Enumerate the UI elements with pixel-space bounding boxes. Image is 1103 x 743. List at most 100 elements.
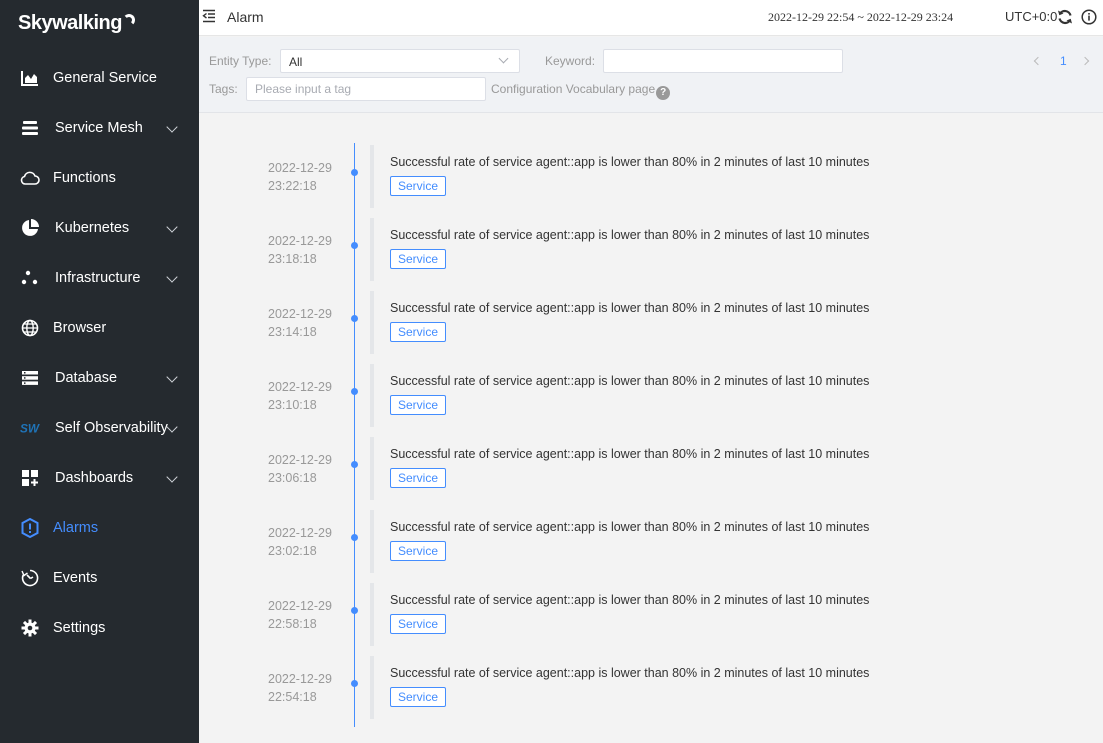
alarm-message[interactable]: Successful rate of service agent::app is… <box>390 593 869 607</box>
alarm-message[interactable]: Successful rate of service agent::app is… <box>390 155 869 169</box>
alarm-date: 2022-12-29 <box>268 234 332 248</box>
sidebar-item-label: Functions <box>53 170 116 186</box>
alarm-entry: 2022-12-29 23:22:18 Successful rate of se… <box>199 145 1103 218</box>
timeline-dot <box>351 242 358 249</box>
entry-divider <box>370 656 374 719</box>
chevron-down-icon <box>166 471 178 483</box>
sidebar-item-events[interactable]: Events <box>0 553 199 603</box>
alarm-date: 2022-12-29 <box>268 672 332 686</box>
vocabulary-link-text: Configuration Vocabulary page <box>491 82 656 96</box>
alarm-time: 23:10:18 <box>268 398 317 412</box>
sidebar-item-functions[interactable]: Functions <box>0 153 199 203</box>
time-range-picker[interactable]: 2022-12-29 22:54 ~ 2022-12-29 23:24 <box>768 10 953 25</box>
sidebar-item-kubernetes[interactable]: Kubernetes <box>0 203 199 253</box>
alarm-message[interactable]: Successful rate of service agent::app is… <box>390 520 869 534</box>
sidebar-item-dashboards[interactable]: Dashboards <box>0 453 199 503</box>
page-title: Alarm <box>227 9 264 25</box>
alarm-entry: 2022-12-29 23:06:18 Successful rate of se… <box>199 437 1103 510</box>
alarm-date: 2022-12-29 <box>268 380 332 394</box>
sidebar-item-label: Settings <box>53 620 106 636</box>
entry-divider <box>370 364 374 427</box>
timeline-dot <box>351 680 358 687</box>
sidebar: Skywalking General Service Service Mesh … <box>0 0 199 743</box>
configuration-vocabulary-link[interactable]: Configuration Vocabulary page? <box>491 82 671 100</box>
alarm-time: 23:06:18 <box>268 471 317 485</box>
chevron-down-icon <box>166 421 178 433</box>
chevron-down-icon <box>166 221 178 233</box>
alarm-timestamp: 2022-12-29 23:22:18 <box>268 159 332 195</box>
pagination-current-page[interactable]: 1 <box>1060 54 1067 68</box>
entry-divider <box>370 583 374 646</box>
sidebar-item-alarms[interactable]: Alarms <box>0 503 199 553</box>
alarm-time: 23:02:18 <box>268 544 317 558</box>
entity-type-label: Entity Type: <box>209 54 272 68</box>
keyword-input[interactable] <box>603 49 843 73</box>
svg-text:SW: SW <box>20 422 40 435</box>
sidebar-item-label: Events <box>53 570 98 586</box>
logo-arc-icon <box>122 14 135 26</box>
alarm-entry: 2022-12-29 23:02:18 Successful rate of se… <box>199 510 1103 583</box>
scope-tag: Service <box>390 541 447 561</box>
tags-input[interactable]: Please input a tag <box>246 77 486 101</box>
nodes-icon <box>20 268 40 288</box>
pagination-prev-icon[interactable] <box>1033 56 1043 66</box>
sidebar-item-label: Dashboards <box>55 470 134 486</box>
tags-placeholder: Please input a tag <box>255 82 352 96</box>
alarm-date: 2022-12-29 <box>268 599 332 613</box>
chart-icon <box>20 68 40 88</box>
alarm-timestamp: 2022-12-29 23:02:18 <box>268 524 332 560</box>
gear-icon <box>20 618 40 638</box>
alarm-message[interactable]: Successful rate of service agent::app is… <box>390 447 869 461</box>
entry-divider <box>370 437 374 500</box>
sidebar-item-label: Database <box>55 370 118 386</box>
reload-icon[interactable] <box>1057 9 1073 25</box>
sidebar-item-label: Infrastructure <box>55 270 141 286</box>
help-icon[interactable]: ? <box>656 86 671 100</box>
chevron-down-icon <box>166 371 178 383</box>
alarm-message[interactable]: Successful rate of service agent::app is… <box>390 666 869 680</box>
alarm-time: 22:58:18 <box>268 617 317 631</box>
pagination-next-icon[interactable] <box>1080 56 1090 66</box>
sidebar-item-infrastructure[interactable]: Infrastructure <box>0 253 199 303</box>
alarm-timestamp: 2022-12-29 23:10:18 <box>268 378 332 414</box>
alarm-entry: 2022-12-29 23:14:18 Successful rate of se… <box>199 291 1103 364</box>
entity-type-select[interactable]: All <box>280 49 520 73</box>
sidebar-item-browser[interactable]: Browser <box>0 303 199 353</box>
alarm-date: 2022-12-29 <box>268 526 332 540</box>
timeline-dot <box>351 315 358 322</box>
alarm-time: 23:14:18 <box>268 325 317 339</box>
entry-divider <box>370 291 374 354</box>
alarm-date: 2022-12-29 <box>268 453 332 467</box>
alarm-timestamp: 2022-12-29 23:18:18 <box>268 232 332 268</box>
sidebar-item-self-observability[interactable]: SW Self Observability <box>0 403 199 453</box>
alarm-entry: 2022-12-29 22:58:18 Successful rate of se… <box>199 583 1103 656</box>
alarm-timestamp: 2022-12-29 22:54:18 <box>268 670 332 706</box>
timeline-dot <box>351 461 358 468</box>
timeline-dot <box>351 607 358 614</box>
events-icon <box>20 568 40 588</box>
chevron-down-icon <box>498 53 509 64</box>
info-icon[interactable] <box>1081 9 1097 25</box>
alarm-message[interactable]: Successful rate of service agent::app is… <box>390 374 869 388</box>
cloud-icon <box>20 168 40 188</box>
scope-tag: Service <box>390 395 447 415</box>
keyword-label: Keyword: <box>545 54 596 68</box>
skywalking-logo[interactable]: Skywalking <box>0 0 199 53</box>
scope-tag: Service <box>390 468 447 488</box>
sidebar-item-label: Alarms <box>53 520 99 536</box>
alarm-time: 23:22:18 <box>268 179 317 193</box>
dashboard-icon <box>20 468 40 488</box>
sidebar-item-label: Kubernetes <box>55 220 130 236</box>
alarm-message[interactable]: Successful rate of service agent::app is… <box>390 228 869 242</box>
sidebar-item-database[interactable]: Database <box>0 353 199 403</box>
alarm-timestamp: 2022-12-29 22:58:18 <box>268 597 332 633</box>
sidebar-item-service-mesh[interactable]: Service Mesh <box>0 103 199 153</box>
timezone-label: UTC+0:0 <box>1005 9 1058 24</box>
collapse-sidebar-icon[interactable] <box>202 9 216 23</box>
alarm-message[interactable]: Successful rate of service agent::app is… <box>390 301 869 315</box>
sidebar-item-settings[interactable]: Settings <box>0 603 199 653</box>
entry-divider <box>370 218 374 281</box>
sidebar-item-label: General Service <box>53 70 157 86</box>
sidebar-item-general-service[interactable]: General Service <box>0 53 199 103</box>
sw-icon: SW <box>20 418 40 438</box>
